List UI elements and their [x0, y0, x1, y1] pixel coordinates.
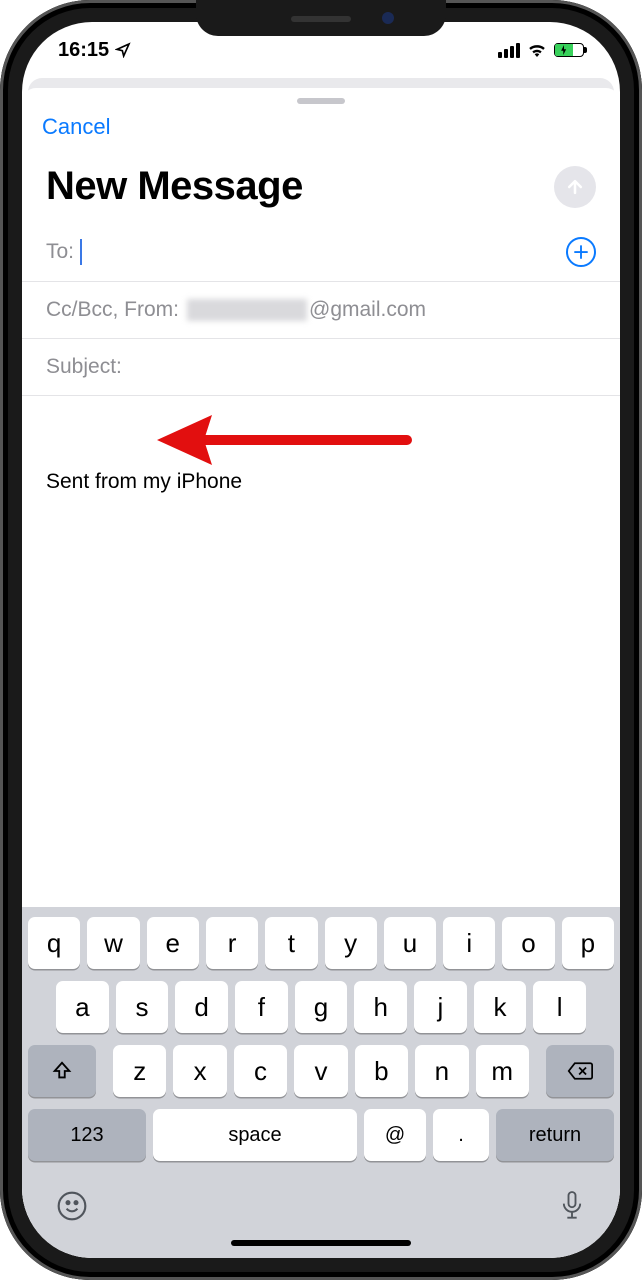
cellular-signal-icon	[498, 43, 520, 58]
ccbcc-from-label: Cc/Bcc, From:	[46, 298, 179, 322]
space-key[interactable]: space	[153, 1109, 357, 1161]
status-time: 16:15	[58, 39, 109, 62]
compose-title: New Message	[46, 164, 303, 209]
from-email-suffix: @gmail.com	[309, 298, 426, 322]
iphone-frame: 16:15 Cancel New Message	[0, 0, 642, 1280]
compose-sheet: Cancel New Message To: Cc/Bcc, From: @gm…	[22, 88, 620, 1258]
backspace-icon	[567, 1061, 593, 1081]
redacted-email-prefix	[187, 299, 307, 321]
notch	[196, 0, 446, 36]
location-icon	[115, 42, 131, 58]
keyboard: qwertyuiop asdfghjkl zxcvbnm 123 space @…	[22, 907, 620, 1258]
subject-field[interactable]: Subject:	[22, 339, 620, 396]
subject-label: Subject:	[46, 355, 122, 379]
key-j[interactable]: j	[414, 981, 467, 1033]
shift-icon	[51, 1060, 73, 1082]
numbers-key[interactable]: 123	[28, 1109, 146, 1161]
microphone-icon	[558, 1189, 586, 1223]
key-g[interactable]: g	[295, 981, 348, 1033]
key-d[interactable]: d	[175, 981, 228, 1033]
to-label: To:	[46, 240, 74, 264]
emoji-icon	[56, 1190, 88, 1222]
key-k[interactable]: k	[474, 981, 527, 1033]
wifi-icon	[527, 43, 547, 57]
key-u[interactable]: u	[384, 917, 436, 969]
plus-icon	[572, 243, 590, 261]
key-m[interactable]: m	[476, 1045, 529, 1097]
key-s[interactable]: s	[116, 981, 169, 1033]
key-o[interactable]: o	[502, 917, 554, 969]
key-x[interactable]: x	[173, 1045, 226, 1097]
key-b[interactable]: b	[355, 1045, 408, 1097]
key-v[interactable]: v	[294, 1045, 347, 1097]
arrow-up-icon	[565, 177, 585, 197]
key-e[interactable]: e	[147, 917, 199, 969]
key-c[interactable]: c	[234, 1045, 287, 1097]
screen: 16:15 Cancel New Message	[22, 22, 620, 1258]
at-key[interactable]: @	[364, 1109, 426, 1161]
annotation-arrow-icon	[152, 410, 412, 470]
key-q[interactable]: q	[28, 917, 80, 969]
send-button[interactable]	[554, 166, 596, 208]
key-n[interactable]: n	[415, 1045, 468, 1097]
text-cursor	[80, 239, 82, 265]
emoji-key[interactable]	[56, 1190, 88, 1227]
home-indicator[interactable]	[231, 1240, 411, 1246]
add-contact-button[interactable]	[566, 237, 596, 267]
key-z[interactable]: z	[113, 1045, 166, 1097]
key-w[interactable]: w	[87, 917, 139, 969]
key-p[interactable]: p	[562, 917, 614, 969]
key-h[interactable]: h	[354, 981, 407, 1033]
shift-key[interactable]	[28, 1045, 96, 1097]
ccbcc-from-field[interactable]: Cc/Bcc, From: @gmail.com	[22, 282, 620, 339]
battery-icon	[554, 43, 584, 57]
email-signature: Sent from my iPhone	[46, 470, 596, 494]
key-t[interactable]: t	[265, 917, 317, 969]
key-l[interactable]: l	[533, 981, 586, 1033]
key-y[interactable]: y	[325, 917, 377, 969]
key-a[interactable]: a	[56, 981, 109, 1033]
cancel-button[interactable]: Cancel	[42, 114, 110, 140]
delete-key[interactable]	[546, 1045, 614, 1097]
return-key[interactable]: return	[496, 1109, 614, 1161]
message-body[interactable]: Sent from my iPhone	[22, 396, 620, 907]
key-i[interactable]: i	[443, 917, 495, 969]
to-field[interactable]: To:	[22, 223, 620, 282]
key-f[interactable]: f	[235, 981, 288, 1033]
period-key[interactable]: .	[433, 1109, 489, 1161]
dictation-key[interactable]	[558, 1189, 586, 1228]
key-r[interactable]: r	[206, 917, 258, 969]
